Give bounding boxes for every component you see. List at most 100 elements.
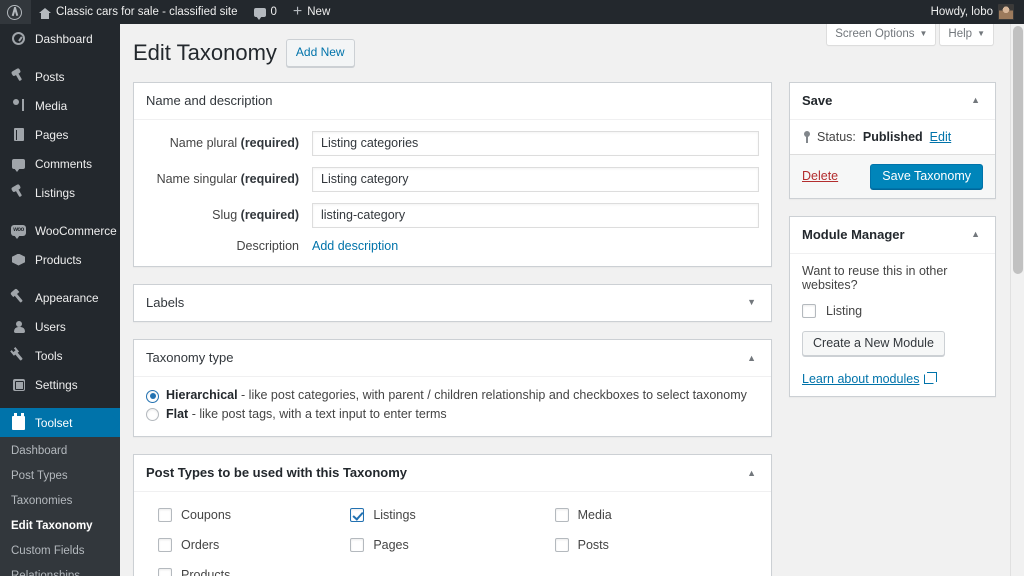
wordpress-logo-button[interactable] xyxy=(0,0,31,24)
sidebar-item-tools[interactable]: Tools xyxy=(0,341,120,370)
sidebar-item-listings[interactable]: Listings xyxy=(0,178,120,207)
scrollbar-thumb[interactable] xyxy=(1013,26,1023,274)
submenu-item-relationships[interactable]: Relationships xyxy=(0,564,120,576)
checkbox-label: Pages xyxy=(373,538,409,553)
checkbox-label: Media xyxy=(577,508,612,523)
name-box-body: Name plural (required) Name singular (re… xyxy=(134,120,771,266)
sidebar-item-appearance[interactable]: Appearance xyxy=(0,283,120,312)
checkbox-listing-module[interactable]: Listing xyxy=(802,303,983,318)
name-plural-input[interactable] xyxy=(312,130,759,156)
status-edit-link[interactable]: Edit xyxy=(930,130,952,144)
checkbox-icon[interactable] xyxy=(158,538,172,553)
sidebar-item-users[interactable]: Users xyxy=(0,312,120,341)
labels-box-header[interactable]: Labels ▼ xyxy=(134,285,771,321)
post-types-header[interactable]: Post Types to be used with this Taxonomy… xyxy=(134,455,771,493)
chevron-down-icon[interactable]: ▼ xyxy=(744,296,759,309)
submenu-item-edit-taxonomy[interactable]: Edit Taxonomy xyxy=(0,514,120,539)
side-column: Save ▲ Status: Published Edit Delete Sav… xyxy=(789,81,996,414)
radio-hierarchical[interactable]: Hierarchical - like post categories, wit… xyxy=(146,388,759,403)
add-description-link[interactable]: Add description xyxy=(312,239,398,253)
sidebar-item-posts[interactable]: Posts xyxy=(0,62,120,91)
create-new-module-button[interactable]: Create a New Module xyxy=(802,330,945,356)
radio-flat[interactable]: Flat - like post tags, with a text input… xyxy=(146,407,759,422)
name-singular-input[interactable] xyxy=(312,166,759,192)
chevron-up-icon[interactable]: ▲ xyxy=(744,467,759,480)
settings-icon xyxy=(10,376,27,393)
checkbox-icon[interactable] xyxy=(350,508,365,523)
module-manager-header[interactable]: Module Manager ▲ xyxy=(790,217,995,254)
checkbox-orders[interactable]: Orders xyxy=(146,538,350,553)
learn-about-modules-link[interactable]: Learn about modules xyxy=(802,372,919,386)
save-box-footer: Delete Save Taxonomy xyxy=(790,153,995,198)
checkbox-pages[interactable]: Pages xyxy=(350,538,554,553)
save-box-header[interactable]: Save ▲ xyxy=(790,83,995,120)
sidebar-item-toolset[interactable]: Toolset xyxy=(0,408,120,437)
checkbox-listings[interactable]: Listings xyxy=(350,508,554,523)
comments-bubble-button[interactable]: 0 xyxy=(246,0,285,24)
chevron-up-icon[interactable]: ▲ xyxy=(968,94,983,107)
sidebar-item-woocommerce[interactable]: woo WooCommerce xyxy=(0,216,120,245)
checkbox-label: Orders xyxy=(181,538,220,553)
sidebar-item-pages[interactable]: Pages xyxy=(0,120,120,149)
checkbox-icon[interactable] xyxy=(158,508,172,523)
name-box-title: Name and description xyxy=(146,92,273,108)
taxonomy-type-body: Hierarchical - like post categories, wit… xyxy=(134,377,771,436)
submenu-item-custom-fields[interactable]: Custom Fields xyxy=(0,539,120,564)
toolset-submenu: Dashboard Post Types Taxonomies Edit Tax… xyxy=(0,437,120,576)
chevron-up-icon[interactable]: ▲ xyxy=(744,352,759,365)
checkbox-label: Listings xyxy=(373,508,416,523)
new-content-menu[interactable]: + New xyxy=(285,0,338,24)
labels-box-title: Labels xyxy=(146,294,185,310)
delete-link[interactable]: Delete xyxy=(802,169,838,183)
my-account-menu[interactable]: Howdy, lobo xyxy=(923,0,1022,24)
checkbox-icon[interactable] xyxy=(350,538,365,553)
sidebar-item-products[interactable]: Products xyxy=(0,245,120,274)
users-icon xyxy=(10,318,27,335)
submenu-item-taxonomies[interactable]: Taxonomies xyxy=(0,489,120,514)
slug-input[interactable] xyxy=(312,202,759,228)
checkbox-icon[interactable] xyxy=(554,538,569,553)
add-new-button[interactable]: Add New xyxy=(285,39,355,68)
post-types-title: Post Types to be used with this Taxonomy xyxy=(146,465,407,481)
save-taxonomy-button[interactable]: Save Taxonomy xyxy=(870,163,983,189)
chevron-down-icon: ▼ xyxy=(977,29,985,38)
comment-bubble-icon xyxy=(253,7,266,20)
post-types-box: Post Types to be used with this Taxonomy… xyxy=(133,454,772,576)
form-row-name-singular: Name singular (required) xyxy=(146,166,759,192)
checkbox-label: Posts xyxy=(577,538,609,553)
checkbox-coupons[interactable]: Coupons xyxy=(146,508,350,523)
checkbox-media[interactable]: Media xyxy=(554,508,759,523)
sidebar-item-comments[interactable]: Comments xyxy=(0,149,120,178)
radio-button-icon[interactable] xyxy=(146,408,159,422)
name-plural-label: Name plural (required) xyxy=(169,136,299,151)
submenu-item-post-types[interactable]: Post Types xyxy=(0,464,120,489)
taxonomy-type-header[interactable]: Taxonomy type ▲ xyxy=(134,340,771,378)
checkbox-label: Coupons xyxy=(181,508,232,523)
sidebar-item-label: WooCommerce xyxy=(35,223,117,238)
site-name-menu[interactable]: Classic cars for sale - classified site xyxy=(31,0,246,24)
sidebar-item-settings[interactable]: Settings xyxy=(0,370,120,399)
page-title: Edit Taxonomy xyxy=(133,40,277,65)
sidebar-item-dashboard[interactable]: Dashboard xyxy=(0,24,120,53)
checkbox-icon[interactable] xyxy=(802,303,816,318)
comments-icon xyxy=(10,155,27,172)
module-manager-prompt: Want to reuse this in other websites? xyxy=(802,263,948,292)
pin-icon xyxy=(804,130,810,143)
checkbox-label: Listing xyxy=(826,303,863,318)
name-box-header[interactable]: Name and description xyxy=(134,83,771,120)
sidebar-item-media[interactable]: Media xyxy=(0,91,120,120)
page-scrollbar[interactable]: ▲ xyxy=(1010,24,1024,576)
media-icon xyxy=(10,97,27,114)
checkbox-icon[interactable] xyxy=(158,568,172,576)
chevron-up-icon[interactable]: ▲ xyxy=(968,228,983,241)
external-link-icon xyxy=(924,371,938,384)
checkbox-icon[interactable] xyxy=(554,508,569,523)
help-button[interactable]: Help ▼ xyxy=(939,24,994,46)
form-row-description: Description Add description xyxy=(146,239,759,253)
radio-button-icon[interactable] xyxy=(146,389,159,403)
checkbox-products[interactable]: Products xyxy=(146,568,350,576)
sidebar-item-label: Listings xyxy=(35,185,75,200)
submenu-item-dashboard[interactable]: Dashboard xyxy=(0,439,120,464)
screen-options-button[interactable]: Screen Options ▼ xyxy=(826,24,937,46)
checkbox-posts[interactable]: Posts xyxy=(554,538,759,553)
